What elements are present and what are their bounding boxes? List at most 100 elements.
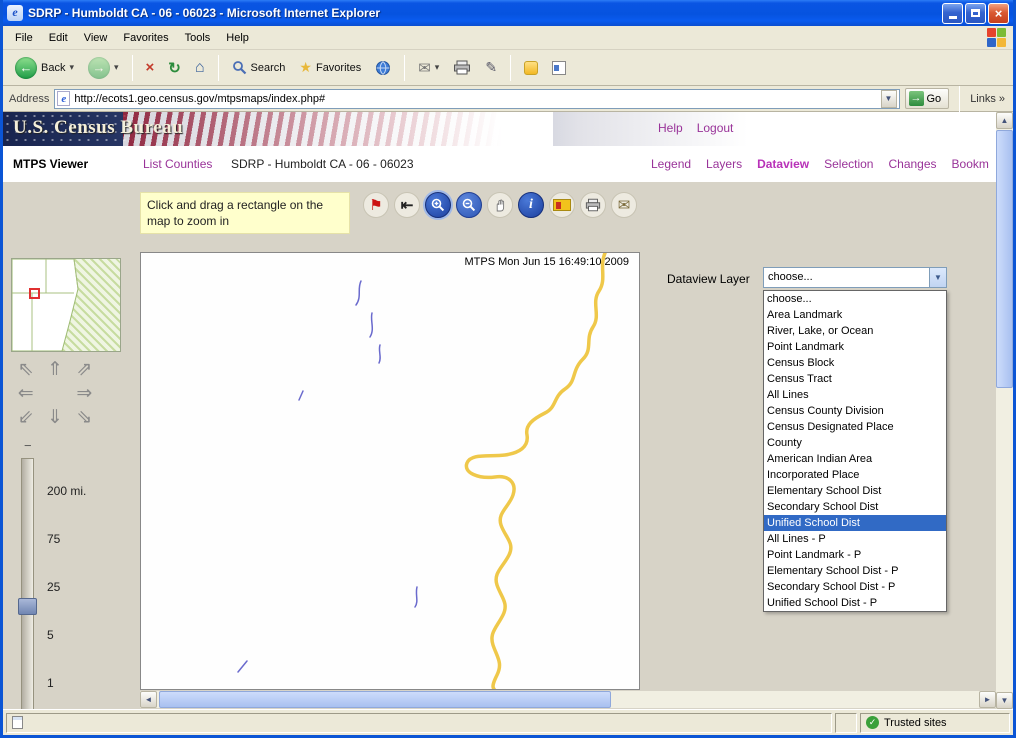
list-counties-link[interactable]: List Counties (143, 157, 212, 171)
nav-dataview[interactable]: Dataview (757, 157, 809, 171)
history-button[interactable] (369, 57, 397, 79)
dataview-option[interactable]: Unified School Dist (764, 515, 946, 531)
dataview-option[interactable]: County (764, 435, 946, 451)
zoom-in-button[interactable] (425, 192, 451, 218)
stop-button[interactable]: × (140, 56, 161, 79)
scroll-right-button[interactable]: ► (979, 691, 996, 708)
dataview-option[interactable]: Secondary School Dist (764, 499, 946, 515)
overview-map[interactable] (11, 258, 121, 352)
map-print-button[interactable] (580, 192, 606, 218)
zoom-slider-thumb[interactable] (18, 598, 37, 615)
dataview-option[interactable]: Census Designated Place (764, 419, 946, 435)
nav-bookmarks[interactable]: Bookm (952, 157, 989, 171)
dataview-option[interactable]: Area Landmark (764, 307, 946, 323)
address-label: Address (9, 93, 49, 105)
ruler-button[interactable] (549, 192, 575, 218)
export-button[interactable]: ✉ (611, 192, 637, 218)
menu-favorites[interactable]: Favorites (115, 29, 176, 47)
refresh-button[interactable]: ↻ (162, 56, 187, 80)
dataview-option[interactable]: Secondary School Dist - P (764, 579, 946, 595)
logout-link[interactable]: Logout (697, 121, 734, 135)
map-canvas[interactable]: MTPS Mon Jun 15 16:49:10 2009 (140, 252, 640, 690)
zoom-out-button[interactable] (456, 192, 482, 218)
dataview-option[interactable]: Point Landmark (764, 339, 946, 355)
menu-view[interactable]: View (76, 29, 116, 47)
window-title: SDRP - Humboldt CA - 06 - 06023 - Micros… (28, 6, 942, 20)
minimize-button[interactable] (942, 3, 963, 24)
dataview-option[interactable]: Census Tract (764, 371, 946, 387)
horizontal-scroll-track[interactable] (157, 691, 979, 708)
close-button[interactable]: × (988, 3, 1009, 24)
maximize-button[interactable] (965, 3, 986, 24)
dataview-option[interactable]: Census County Division (764, 403, 946, 419)
pan-southeast-icon[interactable]: ⇘ (76, 408, 92, 428)
scroll-up-button[interactable]: ▲ (996, 112, 1013, 129)
dataview-option[interactable]: River, Lake, or Ocean (764, 323, 946, 339)
search-button[interactable]: Search (226, 57, 292, 78)
menu-edit[interactable]: Edit (41, 29, 76, 47)
previous-extent-button[interactable]: ⇤ (394, 192, 420, 218)
nav-changes[interactable]: Changes (888, 157, 936, 171)
app-header: MTPS Viewer List Counties SDRP - Humbold… (3, 146, 996, 182)
back-label: Back (41, 62, 65, 74)
redline-flag-button[interactable]: ⚑ (363, 192, 389, 218)
favorites-button[interactable]: ★ Favorites (293, 56, 367, 79)
dataview-option[interactable]: All Lines (764, 387, 946, 403)
envelope-icon: ✉ (618, 196, 631, 214)
hand-icon (492, 197, 508, 213)
pan-north-icon[interactable]: ⇑ (47, 360, 63, 380)
dataview-option[interactable]: Elementary School Dist - P (764, 563, 946, 579)
identify-button[interactable]: i (518, 192, 544, 218)
minimize-icon (949, 16, 957, 19)
vertical-scroll-thumb[interactable] (996, 130, 1013, 388)
pan-southwest-icon[interactable]: ⇙ (18, 408, 34, 428)
mail-button[interactable]: ✉ ▾ (412, 56, 445, 80)
address-input[interactable] (74, 93, 880, 105)
pan-south-icon[interactable]: ⇓ (47, 408, 63, 428)
scroll-left-button[interactable]: ◄ (140, 691, 157, 708)
forward-button[interactable]: → ▾ (82, 54, 125, 82)
nav-legend[interactable]: Legend (651, 157, 691, 171)
sidebar-button[interactable] (546, 58, 572, 78)
forward-icon: → (88, 57, 110, 79)
ie-window-icon[interactable]: e (7, 5, 23, 21)
mail-icon: ✉ (418, 59, 431, 77)
scroll-down-button[interactable]: ▼ (996, 692, 1013, 709)
menu-help[interactable]: Help (218, 29, 257, 47)
messenger-button[interactable] (518, 58, 544, 78)
menu-file[interactable]: File (7, 29, 41, 47)
dataview-option[interactable]: choose... (764, 291, 946, 307)
horizontal-scroll-thumb[interactable] (159, 691, 611, 708)
back-button[interactable]: ← Back ▾ (9, 54, 80, 82)
status-bar: ✓ Trusted sites (3, 709, 1013, 735)
pan-northwest-icon[interactable]: ⇖ (18, 360, 34, 380)
links-menu[interactable]: Links » (970, 93, 1007, 105)
help-link[interactable]: Help (658, 121, 683, 135)
nav-layers[interactable]: Layers (706, 157, 742, 171)
pan-button[interactable] (487, 192, 513, 218)
zoom-out-icon (461, 197, 477, 213)
pan-northeast-icon[interactable]: ⇗ (76, 360, 92, 380)
zoom-slider-track[interactable] (21, 458, 34, 709)
print-button[interactable] (447, 57, 477, 78)
dataview-layer-select[interactable]: choose... ▼ (763, 267, 947, 288)
dataview-option[interactable]: All Lines - P (764, 531, 946, 547)
map-features (141, 253, 639, 689)
pan-east-icon[interactable]: ⇒ (76, 384, 92, 404)
horizontal-scrollbar[interactable]: ◄ ► (140, 691, 996, 708)
go-button[interactable]: → Go (905, 88, 950, 109)
address-dropdown-button[interactable]: ▼ (881, 90, 897, 108)
menu-tools[interactable]: Tools (177, 29, 219, 47)
dataview-option[interactable]: Census Block (764, 355, 946, 371)
dataview-option[interactable]: Elementary School Dist (764, 483, 946, 499)
dataview-option[interactable]: Unified School Dist - P (764, 595, 946, 611)
dataview-option[interactable]: Incorporated Place (764, 467, 946, 483)
edit-button[interactable]: ✎ (479, 56, 503, 79)
home-button[interactable]: ⌂ (189, 56, 211, 80)
dataview-option[interactable]: American Indian Area (764, 451, 946, 467)
dataview-option[interactable]: Point Landmark - P (764, 547, 946, 563)
nav-selection[interactable]: Selection (824, 157, 873, 171)
pan-west-icon[interactable]: ⇐ (18, 384, 34, 404)
vertical-scrollbar[interactable]: ▲ ▼ (996, 112, 1013, 709)
zoom-minus-icon[interactable]: − (24, 438, 32, 453)
